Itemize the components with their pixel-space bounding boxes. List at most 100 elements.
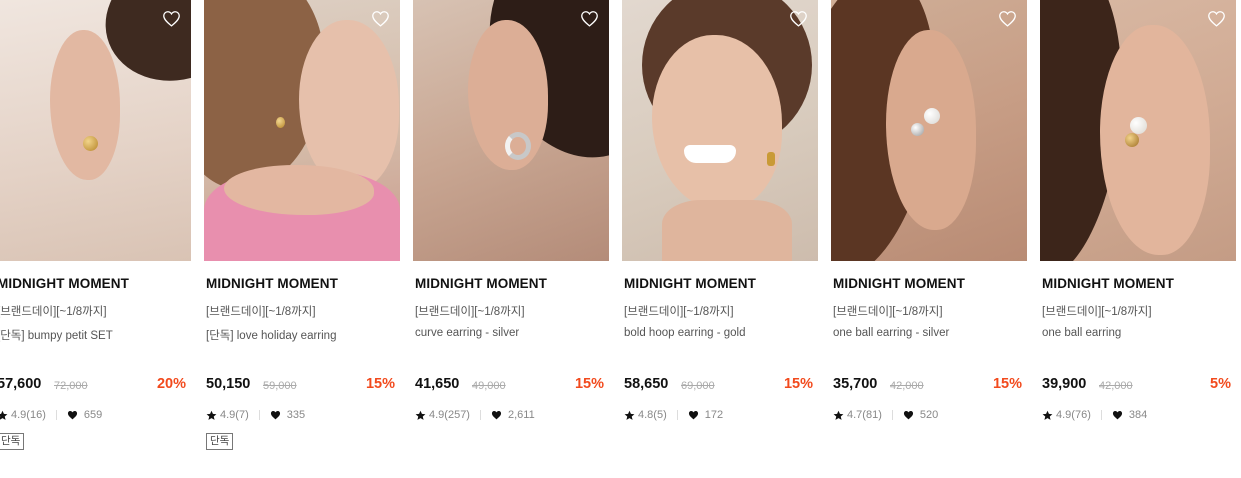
rating-likes: 4.8(5) 172 (624, 409, 723, 421)
discount-rate: 15% (992, 376, 1022, 392)
star-icon (0, 410, 8, 421)
heart-outline-icon[interactable] (788, 9, 808, 28)
promo-label: [브랜드데이][~1/8까지] (206, 306, 316, 318)
heart-outline-icon[interactable] (161, 9, 181, 28)
discount-rate: 15% (783, 376, 813, 392)
divider (676, 410, 678, 420)
product-image[interactable] (622, 0, 818, 261)
star-icon (206, 410, 217, 421)
product-image[interactable] (413, 0, 609, 261)
rating-value: 4.9(16) (11, 409, 46, 421)
heart-icon (270, 410, 281, 420)
smile-shape (684, 145, 736, 163)
rating-value: 4.8(5) (638, 409, 667, 421)
heart-icon (688, 410, 699, 420)
pearl-shape (1130, 117, 1147, 134)
brand-name[interactable]: MIDNIGHT MOMENT (833, 276, 965, 291)
promo-label: [브랜드데이][~1/8까지] (624, 306, 734, 318)
promo-label: [브랜드데이][~1/8까지] (0, 306, 107, 318)
promo-label: [브랜드데이][~1/8까지] (833, 306, 943, 318)
like-count: 172 (704, 409, 724, 421)
earring-shape (83, 136, 98, 151)
like-count: 384 (1128, 409, 1148, 421)
product-card[interactable]: MIDNIGHT MOMENT [브랜드데이][~1/8까지] one ball… (831, 0, 1027, 421)
face-shape (652, 35, 782, 210)
divider (479, 410, 481, 420)
divider (258, 410, 260, 420)
star-icon (1042, 410, 1053, 421)
discount-rate: 15% (365, 376, 395, 392)
sale-price: 58,650 (624, 376, 669, 392)
promo-label: [브랜드데이][~1/8까지] (1042, 306, 1152, 318)
rating-value: 4.9(76) (1056, 409, 1091, 421)
product-name[interactable]: one ball earring (1042, 327, 1121, 339)
product-name[interactable]: bold hoop earring - gold (624, 327, 745, 339)
rating-likes: 4.9(16) 659 (0, 409, 102, 421)
heart-outline-icon[interactable] (1206, 9, 1226, 28)
product-name[interactable]: one ball earring - silver (833, 327, 949, 339)
product-name[interactable]: curve earring - silver (415, 327, 519, 339)
heart-icon (1112, 410, 1123, 420)
like-count: 335 (286, 409, 306, 421)
rating-value: 4.7(81) (847, 409, 882, 421)
discount-rate: 15% (574, 376, 604, 392)
brand-name[interactable]: MIDNIGHT MOMENT (415, 276, 547, 291)
rating-value: 4.9(7) (220, 409, 249, 421)
product-image[interactable] (1040, 0, 1236, 261)
original-price: 59,000 (263, 380, 297, 392)
product-card[interactable]: MIDNIGHT MOMENT [브랜드데이][~1/8까지] curve ea… (413, 0, 609, 421)
product-card[interactable]: MIDNIGHT MOMENT [브랜드데이][~1/8까지] bold hoo… (622, 0, 818, 421)
earring-shape (276, 117, 285, 128)
original-price: 69,000 (681, 380, 715, 392)
rating-likes: 4.9(76) 384 (1042, 409, 1147, 421)
earring-shape (505, 132, 531, 160)
face-shape (299, 20, 399, 190)
rating-likes: 4.9(257) 2,611 (415, 409, 535, 421)
like-count: 2,611 (507, 409, 535, 421)
pearl-shape (924, 108, 940, 124)
original-price: 42,000 (890, 380, 924, 392)
brand-name[interactable]: MIDNIGHT MOMENT (1042, 276, 1174, 291)
divider (1100, 410, 1102, 420)
product-image[interactable] (204, 0, 400, 261)
heart-outline-icon[interactable] (370, 9, 390, 28)
product-name[interactable]: [단독] bumpy petit SET (0, 327, 113, 343)
original-price: 49,000 (472, 380, 506, 392)
earring-shape (911, 123, 924, 136)
sale-price: 50,150 (206, 376, 251, 392)
brand-name[interactable]: MIDNIGHT MOMENT (0, 276, 129, 291)
earring-shape (767, 152, 775, 166)
product-name[interactable]: [단독] love holiday earring (206, 327, 336, 343)
like-count: 659 (83, 409, 103, 421)
rating-likes: 4.9(7) 335 (206, 409, 305, 421)
heart-icon (491, 410, 502, 420)
divider (55, 410, 57, 420)
product-image[interactable] (0, 0, 191, 261)
star-icon (833, 410, 844, 421)
divider (891, 410, 893, 420)
exclusive-tag: 단독 (0, 433, 25, 450)
heart-outline-icon[interactable] (579, 9, 599, 28)
heart-icon (903, 410, 914, 420)
exclusive-tag: 단독 (206, 433, 234, 450)
sale-price: 35,700 (833, 376, 878, 392)
heart-outline-icon[interactable] (997, 9, 1017, 28)
sale-price: 41,650 (415, 376, 460, 392)
product-card[interactable]: MIDNIGHT MOMENT [브랜드데이][~1/8까지] [단독] bum… (0, 0, 191, 450)
product-grid: MIDNIGHT MOMENT [브랜드데이][~1/8까지] [단독] bum… (0, 0, 1241, 478)
promo-label: [브랜드데이][~1/8까지] (415, 306, 525, 318)
rating-likes: 4.7(81) 520 (833, 409, 938, 421)
product-card[interactable]: MIDNIGHT MOMENT [브랜드데이][~1/8까지] [단독] lov… (204, 0, 400, 450)
sale-price: 57,600 (0, 376, 42, 392)
original-price: 42,000 (1099, 380, 1133, 392)
brand-name[interactable]: MIDNIGHT MOMENT (206, 276, 338, 291)
brand-name[interactable]: MIDNIGHT MOMENT (624, 276, 756, 291)
sale-price: 39,900 (1042, 376, 1087, 392)
ear-shape (50, 30, 120, 180)
product-card[interactable]: MIDNIGHT MOMENT [브랜드데이][~1/8까지] one ball… (1040, 0, 1236, 421)
star-icon (415, 410, 426, 421)
earring-shape (1125, 133, 1139, 147)
like-count: 520 (919, 409, 939, 421)
product-image[interactable] (831, 0, 1027, 261)
rating-value: 4.9(257) (429, 409, 470, 421)
